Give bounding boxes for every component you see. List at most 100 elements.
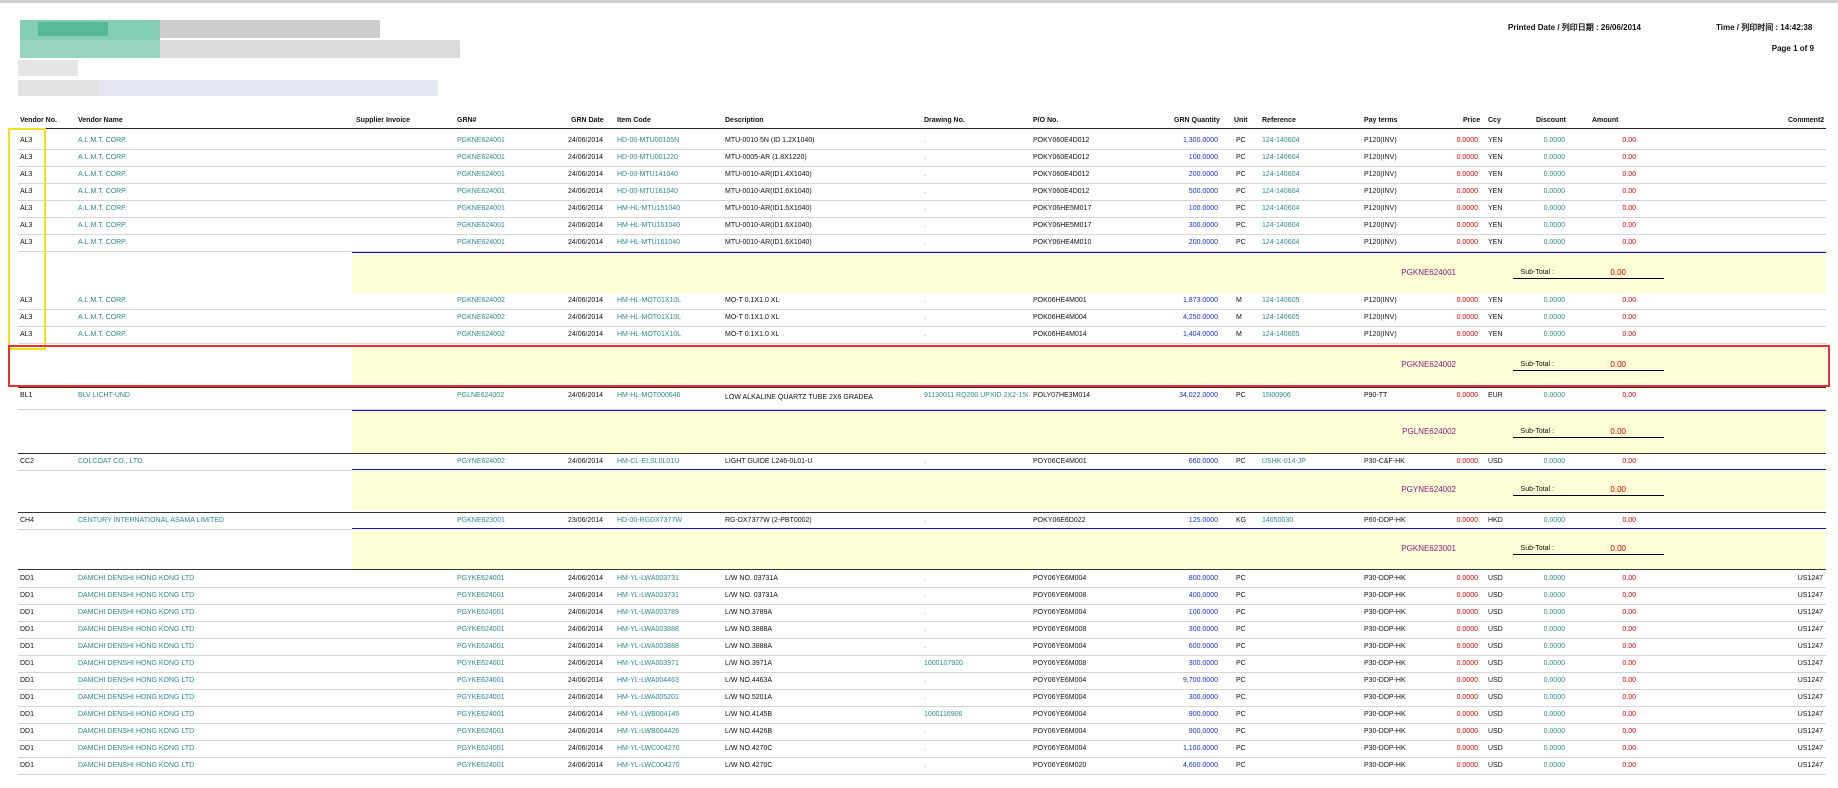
cell-description: L/W NO. 03731A (725, 592, 778, 599)
cell-po-no: POKY060E4D012 (1033, 188, 1090, 195)
cell-grn-quantity: 300.0000 (1188, 626, 1218, 633)
cell-price: 0.0000 (1456, 137, 1478, 144)
cell-unit: PC (1236, 205, 1246, 212)
cell-item-code: HM-YL-LWB004145 (617, 711, 680, 718)
cell-drawing-no: . (924, 171, 926, 178)
table-row[interactable]: DD1 DAMCHI DENSHI HONG KONG LTD PGYKE62400… (0, 707, 1838, 724)
table-row[interactable]: DD1 DAMCHI DENSHI HONG KONG LTD PGYKE62400… (0, 690, 1838, 707)
cell-drawing-no: . (924, 239, 926, 246)
cell-grn-no: PGYNE624002 (457, 458, 505, 465)
cell-comment2: US1247 (1797, 575, 1823, 582)
cell-grn-no: PGKNE624002 (457, 331, 505, 338)
cell-vendor-name: A.L.M.T. CORP. (78, 222, 127, 229)
cell-drawing-no: 91130011 RQ200 UPXID 2X2-15C (924, 392, 1028, 399)
table-row[interactable]: DD1 DAMCHI DENSHI HONG KONG LTD PGYKE62400… (0, 639, 1838, 656)
cell-grn-date: 24/06/2014 (568, 154, 604, 161)
cell-grn-date: 24/06/2014 (568, 188, 604, 195)
cell-vendor-no: DD1 (20, 626, 35, 633)
table-row[interactable]: AL3 A.L.M.T. CORP. PGKNE624001 24/06/2014 HM… (0, 218, 1838, 235)
cell-ccy: YEN (1488, 331, 1503, 338)
vendor-no-highlight-box (8, 128, 46, 350)
subtotal-value: 0.00 (1610, 427, 1626, 436)
table-row[interactable]: DD1 DAMCHI DENSHI HONG KONG LTD PGYKE62400… (0, 656, 1838, 673)
cell-amount: 0.00 (1622, 694, 1636, 701)
table-row[interactable]: AL3 A.L.M.T. CORP. PGKNE624001 24/06/2014 HD… (0, 133, 1838, 150)
cell-grn-no: PGYKE624001 (457, 762, 505, 769)
row-divider (18, 343, 1826, 344)
table-row[interactable]: BL1 BLV LICHT-UND PGLNE624002 24/06/2014 HM-… (0, 388, 1838, 410)
cell-comment2: US1247 (1797, 643, 1823, 650)
cell-grn-quantity: 300.0000 (1188, 222, 1218, 229)
cell-grn-quantity: 4,600.0000 (1182, 762, 1218, 769)
cell-item-code: HM-HL-MOT01X10L (617, 297, 682, 304)
cell-ccy: YEN (1488, 314, 1503, 321)
cell-drawing-no: . (924, 677, 926, 684)
col-vendor-name: Vendor Name (78, 117, 123, 124)
table-row[interactable]: AL3 A.L.M.T. CORP. PGKNE624002 24/06/2014 HM… (0, 310, 1838, 327)
cell-item-code: HM-HL-MTU151040 (617, 205, 681, 212)
cell-grn-no: PGKNE624001 (457, 171, 505, 178)
col-comment2: Comment2 (1788, 117, 1825, 124)
cell-price: 0.0000 (1456, 677, 1478, 684)
cell-grn-date: 23/06/2014 (568, 517, 604, 524)
cell-grn-quantity: 125.0000 (1188, 517, 1218, 524)
table-row[interactable]: AL3 A.L.M.T. CORP. PGKNE624001 24/06/2014 HD… (0, 150, 1838, 167)
cell-pay-terms: P30-DDP-HK (1364, 592, 1406, 599)
cell-amount: 0.00 (1622, 626, 1636, 633)
table-row[interactable]: DD1 DAMCHI DENSHI HONG KONG LTD PGYKE62400… (0, 673, 1838, 690)
cell-unit: PC (1236, 728, 1246, 735)
cell-description: L/W NO.3789A (725, 609, 773, 616)
cell-comment2: US1247 (1797, 592, 1823, 599)
table-row[interactable]: AL3 A.L.M.T. CORP. PGKNE624002 24/06/2014 HM… (0, 327, 1838, 344)
cell-discount: 0.0000 (1543, 297, 1565, 304)
cell-vendor-no: DD1 (20, 745, 35, 752)
cell-discount: 0.0000 (1543, 728, 1565, 735)
col-grn: GRN# (457, 117, 477, 124)
cell-amount: 0.00 (1622, 517, 1636, 524)
cell-po-no: POY06CE4M001 (1033, 458, 1087, 465)
table-row[interactable]: DD1 DAMCHI DENSHI HONG KONG LTD PGYKE62400… (0, 588, 1838, 605)
cell-drawing-no: . (924, 137, 926, 144)
cell-vendor-name: DAMCHI DENSHI HONG KONG LTD (78, 575, 195, 582)
cell-item-code: HD-00-MTU141040 (617, 171, 679, 178)
cell-drawing-no: . (924, 745, 926, 752)
table-row[interactable]: AL3 A.L.M.T. CORP. PGKNE624001 24/06/2014 HM… (0, 235, 1838, 252)
cell-discount: 0.0000 (1543, 154, 1565, 161)
cell-ccy: YEN (1488, 205, 1503, 212)
cell-reference: 15l00906 (1262, 392, 1291, 399)
table-row[interactable]: DD1 DAMCHI DENSHI HONG KONG LTD PGYKE62400… (0, 724, 1838, 741)
cell-grn-quantity: 100.0000 (1188, 609, 1218, 616)
cell-amount: 0.00 (1622, 314, 1636, 321)
cell-grn-date: 24/06/2014 (568, 609, 604, 616)
table-row[interactable]: AL3 A.L.M.T. CORP. PGKNE624001 24/06/2014 HM… (0, 201, 1838, 218)
cell-item-code: HM-HL-MTU161040 (617, 222, 681, 229)
cell-grn-quantity: 9,700.0000 (1182, 677, 1218, 684)
cell-unit: PC (1236, 154, 1246, 161)
cell-grn-quantity: 1,300.0000 (1182, 137, 1218, 144)
cell-price: 0.0000 (1456, 154, 1478, 161)
cell-vendor-name: DAMCHI DENSHI HONG KONG LTD (78, 677, 195, 684)
cell-po-no: POKY060E4D012 (1033, 137, 1090, 144)
cell-vendor-no: DD1 (20, 660, 35, 667)
table-row[interactable]: DD1 DAMCHI DENSHI HONG KONG LTD PGYKE62400… (0, 758, 1838, 775)
cell-price: 0.0000 (1456, 694, 1478, 701)
table-row[interactable]: DD1 DAMCHI DENSHI HONG KONG LTD PGYKE62400… (0, 605, 1838, 622)
table-row[interactable]: DD1 DAMCHI DENSHI HONG KONG LTD PGYKE62400… (0, 571, 1838, 588)
cell-grn-date: 24/06/2014 (568, 331, 604, 338)
cell-grn-quantity: 34,022.0000 (1179, 392, 1218, 399)
cell-reference: 124-140604 (1262, 154, 1300, 161)
subtotal-value: 0.00 (1610, 544, 1626, 553)
table-row[interactable]: DD1 DAMCHI DENSHI HONG KONG LTD PGYKE62400… (0, 622, 1838, 639)
table-row[interactable]: AL3 A.L.M.T. CORP. PGKNE624001 24/06/2014 HD… (0, 184, 1838, 201)
cell-description: L/W NO.4270C (725, 745, 773, 752)
cell-grn-no: PGYKE624001 (457, 575, 505, 582)
table-row[interactable]: AL3 A.L.M.T. CORP. PGKNE624001 24/06/2014 HD… (0, 167, 1838, 184)
cell-unit: PC (1236, 171, 1246, 178)
cell-grn-no: PGKNE624002 (457, 314, 505, 321)
cell-vendor-name: COLCOAT CO., LTD. (78, 458, 145, 465)
table-row[interactable]: AL3 A.L.M.T. CORP. PGKNE624002 24/06/2014 HM… (0, 293, 1838, 310)
table-row[interactable]: DD1 DAMCHI DENSHI HONG KONG LTD PGYKE62400… (0, 741, 1838, 758)
cell-grn-no: PGYKE624001 (457, 626, 505, 633)
cell-description: MO-T 0.1X1.0 XL (725, 297, 780, 304)
cell-drawing-no: . (924, 762, 926, 769)
